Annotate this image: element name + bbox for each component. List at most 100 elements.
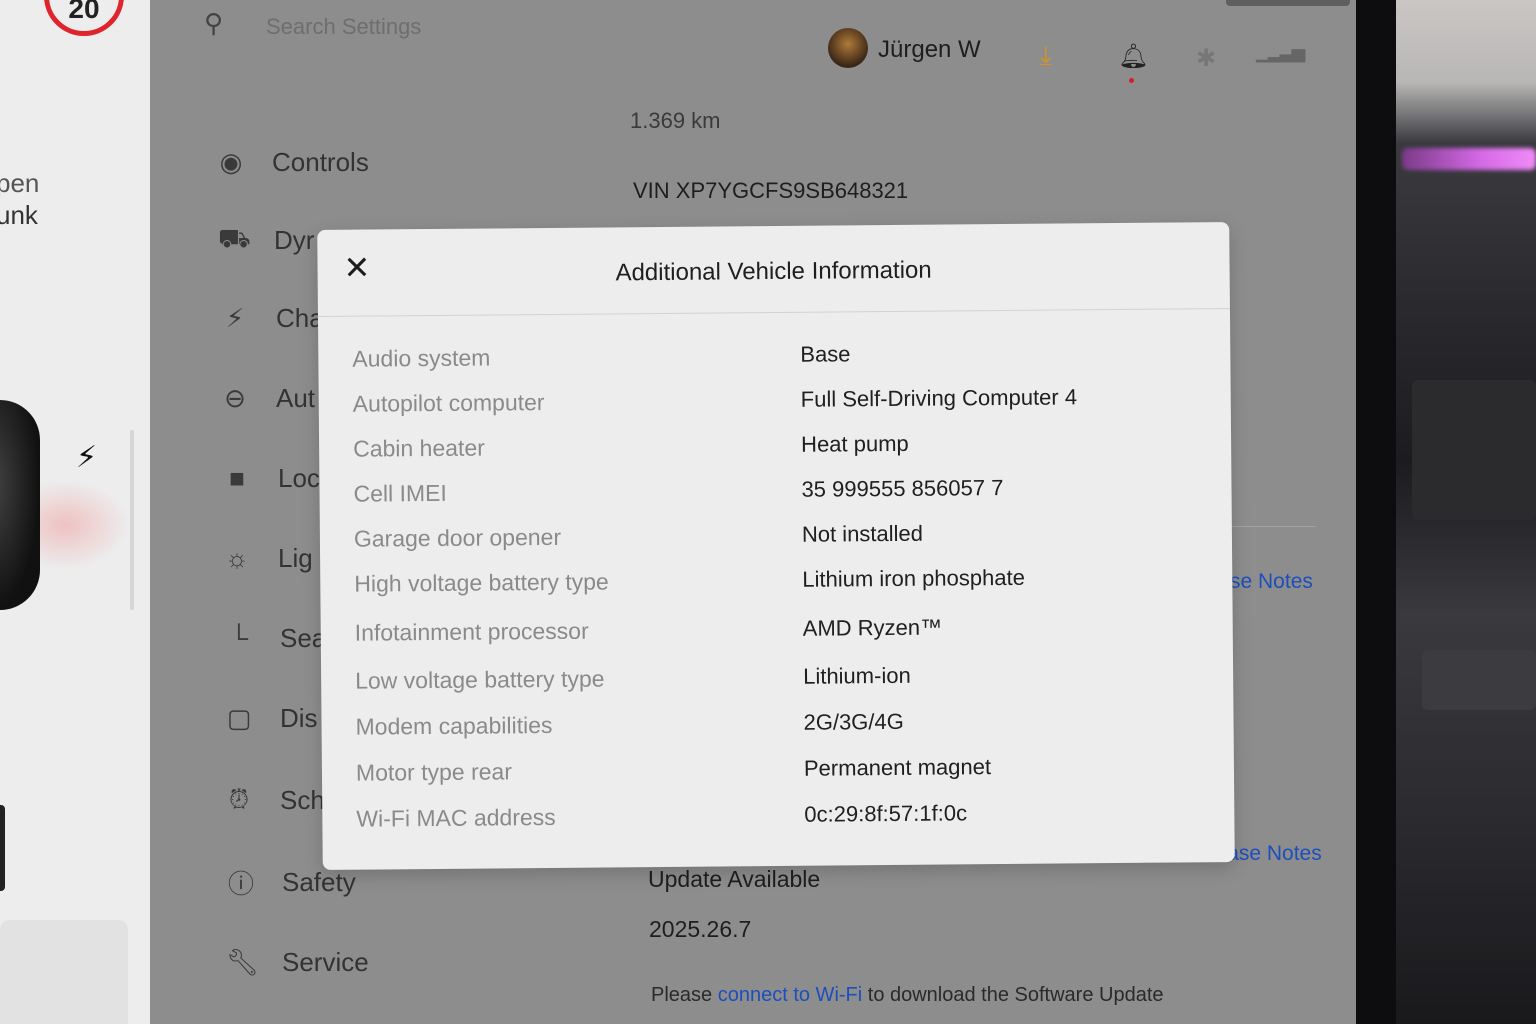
info-label: Cabin heater xyxy=(353,434,485,462)
modal-divider xyxy=(317,308,1230,317)
info-row-cabin-heater: Cabin heater Heat pump xyxy=(319,428,1231,466)
info-value: Not installed xyxy=(801,520,924,547)
avatar[interactable] xyxy=(828,28,868,68)
download-icon[interactable]: ⤓ xyxy=(1040,40,1052,72)
info-row-lv-battery-type: Low voltage battery type Lithium-ion xyxy=(321,660,1233,698)
connect-wifi-link[interactable]: connect to Wi-Fi xyxy=(718,984,862,1006)
info-label: Autopilot computer xyxy=(352,389,545,417)
touchscreen: 20 pen unk ⚡︎ ⚲ Jürgen W ⤓ 🔔︎ ✱ ▁▂▃▅ ◉ C… xyxy=(0,0,1356,1024)
car-visualization-panel: 20 pen unk ⚡︎ xyxy=(0,0,150,1024)
info-label: Wi-Fi MAC address xyxy=(356,803,556,832)
info-row-hv-battery-type: High voltage battery type Lithium iron p… xyxy=(320,563,1232,601)
wifi-message-prefix: Please xyxy=(651,984,718,1006)
modal-title: Additional Vehicle Information xyxy=(615,256,932,287)
info-circle-icon: ⓘ xyxy=(227,868,254,899)
side-handle[interactable] xyxy=(0,805,5,891)
sidebar-item-seats[interactable]: └ Sea xyxy=(224,618,326,658)
additional-vehicle-info-modal: ✕ Additional Vehicle Information Audio s… xyxy=(317,222,1235,870)
sidebar-item-locks[interactable]: ■ Loc xyxy=(222,458,320,498)
seat-icon: └ xyxy=(229,622,249,653)
info-label: Low voltage battery type xyxy=(355,665,605,694)
sidebar-item-controls[interactable]: ◉ Controls xyxy=(216,142,369,182)
info-value: AMD Ryzen™ xyxy=(802,614,943,641)
sidebar-item-charging[interactable]: ⚡︎ Cha xyxy=(220,298,324,338)
info-row-modem-capabilities: Modem capabilities 2G/3G/4G xyxy=(321,706,1233,744)
car-thumbnail-card[interactable] xyxy=(0,920,128,1024)
top-handle xyxy=(1226,0,1350,6)
info-row-autopilot-computer: Autopilot computer Full Self-Driving Com… xyxy=(319,383,1231,421)
car-icon: ⛟ xyxy=(218,222,251,253)
odometer: 1.369 km xyxy=(630,108,721,133)
info-row-cell-imei: Cell IMEI 35 999555 856057 7 xyxy=(319,473,1231,511)
alarm-clock-icon: ⏰︎ xyxy=(228,784,250,814)
info-row-motor-type-rear: Motor type rear Permanent magnet xyxy=(322,752,1234,790)
bolt-icon: ⚡︎ xyxy=(225,302,245,333)
info-value: Permanent magnet xyxy=(803,754,992,781)
info-label: Audio system xyxy=(352,344,491,372)
update-available-heading: Update Available xyxy=(648,866,821,892)
wifi-message-suffix: to download the Software Update xyxy=(862,984,1164,1006)
info-value: 0c:29:8f:57:1f:0c xyxy=(804,800,968,827)
speed-limit-sign: 20 xyxy=(44,0,124,36)
dashboard-trim xyxy=(1392,0,1536,1024)
info-value: 35 999555 856057 7 xyxy=(801,475,1004,502)
wifi-message: Please connect to Wi-Fi to download the … xyxy=(651,984,1164,1007)
sidebar-item-label: Aut xyxy=(276,382,316,413)
info-row-audio-system: Audio system Base xyxy=(318,338,1230,376)
dashboard-panel xyxy=(1422,650,1536,710)
sidebar-item-display[interactable]: ▢ Dis xyxy=(224,698,318,738)
bell-icon[interactable]: 🔔︎ xyxy=(1118,42,1148,71)
sidebar-item-label: Safety xyxy=(282,866,356,897)
trunk-label[interactable]: unk xyxy=(0,200,38,231)
info-label: Garage door opener xyxy=(353,523,562,552)
open-label[interactable]: pen xyxy=(0,168,39,199)
sidebar-item-label: Dyr xyxy=(274,224,315,255)
info-row-infotainment-processor: Infotainment processor AMD Ryzen™ xyxy=(321,612,1233,650)
search-icon[interactable]: ⚲ xyxy=(204,8,223,39)
vin-number[interactable]: VIN XP7YGCFS9SB648321 xyxy=(633,178,908,204)
toggle-icon: ◉ xyxy=(219,146,243,177)
sidebar-item-label: Lig xyxy=(278,542,313,573)
car-model-image xyxy=(0,400,40,610)
info-value: Base xyxy=(800,341,851,367)
display-icon: ▢ xyxy=(226,702,252,733)
update-version: 2025.26.7 xyxy=(649,916,752,942)
info-label: Modem capabilities xyxy=(355,711,553,740)
sidebar-item-label: Service xyxy=(282,946,369,977)
notification-dot xyxy=(1129,78,1134,83)
info-value: Lithium-ion xyxy=(803,662,911,689)
bluetooth-icon[interactable]: ✱ xyxy=(1196,44,1216,73)
car-panel-scrollbar[interactable] xyxy=(130,430,134,610)
sidebar-item-dynamics[interactable]: ⛟ Dyr xyxy=(218,220,314,260)
info-row-wifi-mac: Wi-Fi MAC address 0c:29:8f:57:1f:0c xyxy=(322,798,1234,836)
info-value: Lithium iron phosphate xyxy=(802,564,1025,592)
info-label: Infotainment processor xyxy=(354,617,589,646)
sidebar-item-schedule[interactable]: ⏰︎ Sch xyxy=(224,780,325,820)
info-label: Cell IMEI xyxy=(353,479,447,507)
wrench-icon: 🔧︎ xyxy=(226,946,260,977)
sidebar-item-label: Sea xyxy=(280,622,327,653)
sidebar-item-lights[interactable]: ☼ Lig xyxy=(222,538,313,578)
sidebar-item-autopilot[interactable]: ⊖ Aut xyxy=(220,378,315,418)
release-notes-link[interactable]: se Notes xyxy=(1230,570,1313,594)
steering-wheel-icon: ⊖ xyxy=(224,382,246,413)
user-name[interactable]: Jürgen W xyxy=(878,36,981,64)
info-label: High voltage battery type xyxy=(354,568,609,597)
sidebar-item-label: Cha xyxy=(276,302,324,333)
lock-icon: ■ xyxy=(229,462,245,493)
screen-bezel xyxy=(1352,0,1396,1024)
sidebar-item-label: Dis xyxy=(280,702,318,733)
sidebar-item-label: Loc xyxy=(278,462,320,493)
sidebar-item-label: Controls xyxy=(272,146,369,177)
ambient-light-strip xyxy=(1402,148,1536,170)
sidebar-item-service[interactable]: 🔧︎ Service xyxy=(226,942,369,982)
dashboard-vent xyxy=(1412,380,1536,520)
info-value: Heat pump xyxy=(801,430,909,457)
charge-bolt-icon[interactable]: ⚡︎ xyxy=(76,440,97,475)
sun-icon: ☼ xyxy=(225,542,249,573)
info-label: Motor type rear xyxy=(355,758,513,786)
info-value: Full Self-Driving Computer 4 xyxy=(800,384,1078,412)
info-row-garage-door-opener: Garage door opener Not installed xyxy=(320,518,1232,556)
info-value: 2G/3G/4G xyxy=(803,708,904,735)
search-input[interactable] xyxy=(266,14,566,40)
